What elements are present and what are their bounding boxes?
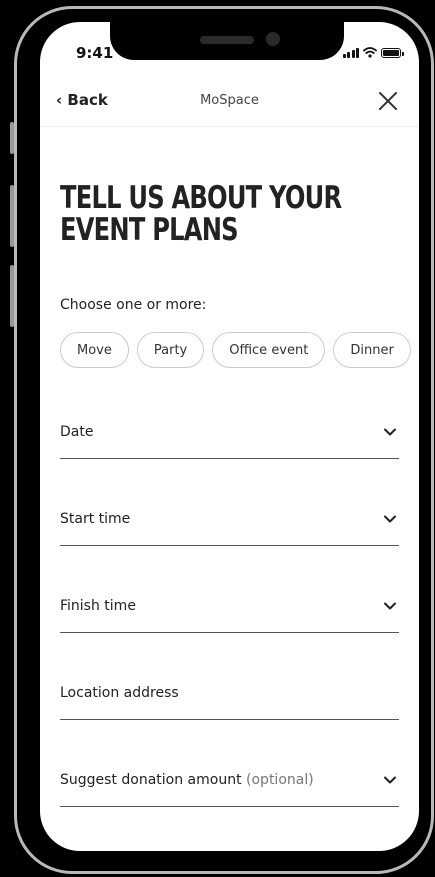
signal-icon: [342, 48, 359, 58]
nav-bar: ‹ Back MoSpace: [40, 82, 419, 127]
chevron-down-icon: [384, 428, 396, 436]
start-time-label: Start time: [60, 511, 131, 527]
speaker-grill: [200, 36, 254, 44]
page-title-line2: EVENT PLANS: [60, 212, 239, 248]
optional-hint: (optional): [246, 772, 314, 788]
location-address-label: Location address: [60, 685, 179, 701]
status-time: 9:41: [76, 44, 114, 62]
chip-office-event[interactable]: Office event: [212, 332, 326, 368]
battery-icon: [381, 48, 404, 58]
chip-move[interactable]: Move: [60, 332, 129, 368]
finish-time-select[interactable]: Finish time: [60, 590, 399, 633]
status-icons: [342, 46, 404, 58]
date-label: Date: [60, 424, 94, 440]
finish-time-label: Finish time: [60, 598, 136, 614]
chip-party[interactable]: Party: [136, 332, 205, 368]
donation-amount-label: Suggest donation amount (optional): [60, 772, 314, 788]
close-icon[interactable]: [377, 90, 399, 112]
chevron-down-icon: [384, 602, 396, 610]
notch: [110, 22, 344, 60]
location-address-input[interactable]: Location address: [60, 677, 399, 720]
nav-title: MoSpace: [200, 93, 259, 108]
donation-label-text: Suggest donation amount: [60, 772, 242, 788]
event-type-chips: Move Party Office event Dinner: [60, 332, 411, 368]
page-title: TELL US ABOUT YOUR EVENT PLANS: [60, 182, 388, 246]
wifi-icon: [363, 47, 377, 58]
donation-amount-select[interactable]: Suggest donation amount (optional): [60, 764, 399, 807]
choose-label: Choose one or more:: [60, 297, 207, 313]
front-camera: [266, 32, 280, 46]
page-title-line1: TELL US ABOUT YOUR: [60, 180, 342, 216]
date-select[interactable]: Date: [60, 416, 399, 459]
chevron-down-icon: [384, 515, 396, 523]
start-time-select[interactable]: Start time: [60, 503, 399, 546]
chevron-down-icon: [384, 776, 396, 784]
phone-screen: 9:41 ‹ Back MoSpace TELL US ABOUT YOUR E…: [40, 22, 419, 851]
chip-dinner[interactable]: Dinner: [333, 332, 411, 368]
